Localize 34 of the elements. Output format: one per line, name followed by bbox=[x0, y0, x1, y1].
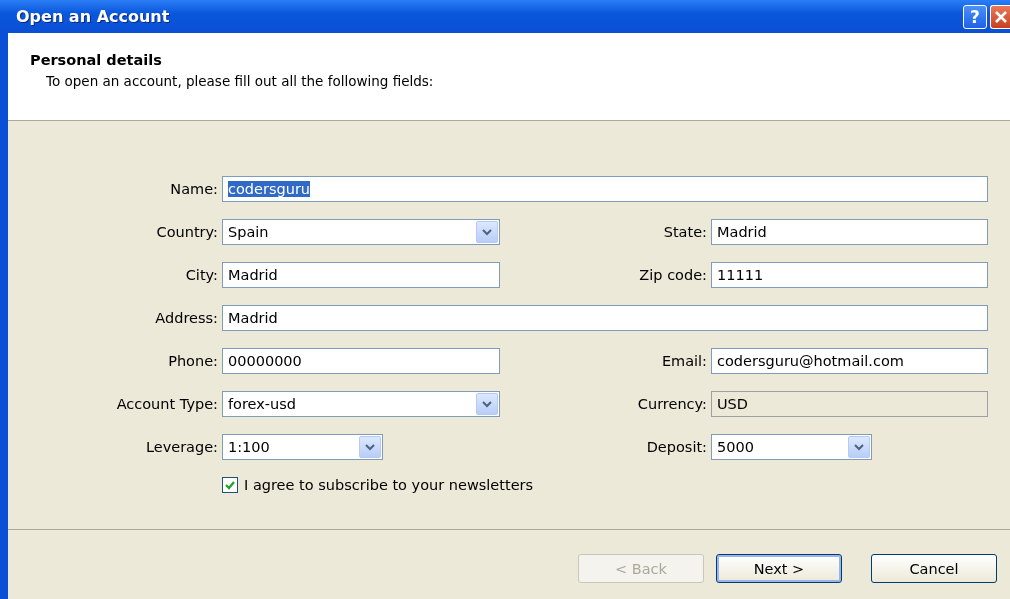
field-label: Name: bbox=[169, 181, 218, 197]
checkbox[interactable] bbox=[222, 477, 238, 493]
readonly-field: USD bbox=[711, 391, 988, 417]
field-label: Address: bbox=[154, 310, 218, 326]
field-label: Leverage: bbox=[144, 439, 218, 455]
field-label: Country: bbox=[155, 224, 218, 240]
field-label: Email: bbox=[660, 353, 707, 369]
wizard-button[interactable]: Cancel bbox=[871, 554, 997, 583]
field-label: City: bbox=[184, 267, 218, 283]
field-label: State: bbox=[662, 224, 707, 240]
dropdown-field[interactable]: forex-usd bbox=[222, 391, 500, 417]
text-field[interactable]: Madrid bbox=[711, 219, 988, 245]
field-label: Account Type: bbox=[115, 396, 218, 412]
text-field[interactable]: 00000000 bbox=[222, 348, 500, 374]
dropdown-field[interactable]: 1:100 bbox=[222, 434, 384, 460]
instruction-text: To open an account, please fill out all the following fields: bbox=[46, 73, 435, 89]
field-label: Zip code: bbox=[638, 267, 707, 283]
dropdown-field[interactable]: Spain bbox=[222, 219, 500, 245]
text-field[interactable]: Madrid bbox=[222, 305, 988, 331]
text-field[interactable]: Madrid bbox=[222, 262, 500, 288]
help-button[interactable]: ? bbox=[963, 4, 987, 29]
text-field[interactable]: codersguru bbox=[222, 176, 988, 202]
text-field[interactable]: 11111 bbox=[711, 262, 988, 288]
field-label: Phone: bbox=[167, 353, 218, 369]
window-title: Open an Account bbox=[16, 7, 171, 26]
section-title: Personal details bbox=[30, 52, 163, 68]
text-field[interactable]: codersguru@hotmail.com bbox=[711, 348, 988, 374]
dropdown-field[interactable]: 5000 bbox=[711, 434, 872, 460]
checkbox-label[interactable]: I agree to subscribe to your newsletters bbox=[244, 477, 534, 493]
wizard-button[interactable]: Next > bbox=[716, 554, 842, 583]
field-label: Currency: bbox=[636, 396, 707, 412]
close-icon bbox=[994, 9, 1008, 24]
field-label: Deposit: bbox=[645, 439, 707, 455]
close-button[interactable] bbox=[990, 4, 1010, 29]
